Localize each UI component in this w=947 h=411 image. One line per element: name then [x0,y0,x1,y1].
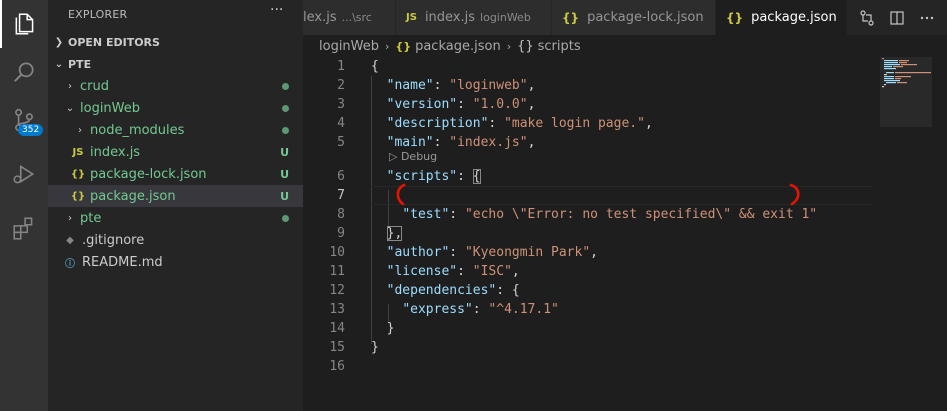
files-icon [15,13,34,35]
json-file-icon: {} [395,39,412,53]
modified-dot [282,104,289,112]
minimap[interactable] [878,57,938,117]
json-file-icon: {} [562,10,580,25]
json-file-icon: {} [70,190,86,202]
chevron-right-icon: › [68,212,72,224]
modified-dot [282,126,289,134]
code-line: 14 } [329,321,395,336]
code-line: 2 "name": "loginweb", [337,78,536,93]
search-icon [14,62,34,82]
code-line: 9 }, [337,226,403,241]
tab-package-json[interactable]: {} package.json × [716,0,848,35]
open-changes-icon[interactable] [859,9,875,26]
debug-codelens[interactable]: ▷ Debug [389,150,437,163]
code-line: 4 "description": "make login page.", [337,116,653,131]
code-line: 10 "author": "Kyeongmin Park", [329,245,598,260]
tree-item-loginweb[interactable]: ⌄ loginWeb [48,97,303,119]
javascript-file-icon: JS [72,146,84,158]
tab-lex-js[interactable]: lex.js ...\src [303,0,396,35]
javascript-file-icon: JS [406,12,417,23]
object-symbol-icon: {} [517,38,534,54]
explorer-title: EXPLORER [68,8,128,21]
run-debug-activity-button[interactable] [0,150,48,198]
tree-item-node-modules[interactable]: › node_modules [48,119,303,141]
tree-item-label: index.js [90,144,141,160]
explorer-activity-button[interactable] [0,0,48,48]
open-editors-section[interactable]: ❯ OPEN EDITORS [48,31,303,53]
tree-item-crud[interactable]: › crud [48,75,303,97]
tree-item-label: .gitignore [82,232,145,248]
source-control-activity-button[interactable] [0,96,48,144]
breadcrumb-file[interactable]: package.json [415,39,501,54]
editor-actions [859,0,935,35]
tab-description: loginWeb [480,11,531,24]
modified-dot [282,82,289,90]
code-line: 12 "dependencies": { [329,283,520,298]
chevron-down-icon: ⌄ [54,58,64,70]
code-line: 3 "version": "1.0.0", [337,97,536,112]
code-line: 13 "express": "^4.17.1" [329,302,559,317]
breadcrumb-symbol[interactable]: scripts [538,39,581,54]
tree-item-label: package.json [90,188,176,204]
red-annotation-right-icon [789,183,800,206]
chevron-right-icon: › [78,124,82,136]
explorer-sidebar: EXPLORER ··· ❯ OPEN EDITORS ⌄ PTE › crud… [48,0,303,411]
scm-count-badge: 352 [18,124,44,136]
chevron-down-icon: ⌄ [65,102,75,114]
tree-item-label: pte [80,210,102,226]
tree-item-label: package-lock.json [90,166,207,182]
search-activity-button[interactable] [0,48,48,96]
tree-item-label: node_modules [90,122,185,138]
breadcrumb-folder[interactable]: loginWeb [319,39,379,54]
red-annotation-left-icon [396,183,406,206]
tab-index-js[interactable]: JS index.js loginWeb [396,0,552,35]
activity-bar: 352 [0,0,48,411]
tab-package-lock-json[interactable]: {} package-lock.json [552,0,716,35]
tab-label: package.json [751,10,837,25]
tab-label: index.js [424,10,476,25]
gear-file-icon: ◆ [66,234,74,246]
modified-dot [282,214,289,222]
tab-label: lex.js [303,10,337,25]
workspace-section[interactable]: ⌄ PTE [48,53,303,75]
extensions-icon [13,217,33,240]
tree-item-label: loginWeb [80,100,141,116]
json-file-icon: {} [726,10,744,25]
more-actions-button[interactable]: ··· [270,2,283,18]
chevron-right-icon: › [385,39,390,53]
tree-item-label: README.md [82,254,163,270]
code-editor[interactable]: 1{ 2 "name": "loginweb", 3 "version": "1… [303,57,873,411]
tree-item-pte[interactable]: › pte [48,207,303,229]
chevron-right-icon: › [506,39,512,53]
split-editor-icon[interactable] [889,10,905,26]
code-line: 15} [329,340,379,355]
editor-tab-bar: lex.js ...\src JS index.js loginWeb {} p… [303,0,947,35]
more-actions-icon[interactable] [919,10,935,26]
workspace-root-label: PTE [68,57,92,71]
chevron-right-icon: › [68,80,72,92]
tree-item-package-json[interactable]: {} package.json U [48,185,303,207]
breadcrumb: loginWeb › {} package.json › {} scripts [303,35,947,57]
info-file-icon: ⓘ [65,258,75,270]
json-file-icon: {} [70,168,86,180]
extensions-activity-button[interactable] [0,204,48,252]
tree-item-package-lock-json[interactable]: {} package-lock.json U [48,163,303,185]
tab-description: ...\src [341,11,372,24]
tree-item-readme[interactable]: ⓘ README.md [48,251,303,273]
code-line: 11 "license": "ISC", [329,264,520,279]
tree-item-index-js[interactable]: JS index.js U [48,141,303,163]
open-editors-label: OPEN EDITORS [68,35,160,49]
tree-item-gitignore[interactable]: ◆ .gitignore [48,229,303,251]
code-line: 8 "test": "echo \"Error: no test specifi… [337,207,818,222]
tree-item-label: crud [80,78,109,94]
untracked-status: U [280,167,289,181]
run-debug-icon [13,164,35,184]
tab-label: package-lock.json [587,10,704,25]
code-line: 1{ [337,59,379,74]
untracked-status: U [280,145,289,159]
untracked-status: U [280,189,289,203]
close-icon[interactable]: × [847,10,848,26]
code-line: 16 [329,359,345,374]
chevron-right-icon: ❯ [54,36,64,48]
